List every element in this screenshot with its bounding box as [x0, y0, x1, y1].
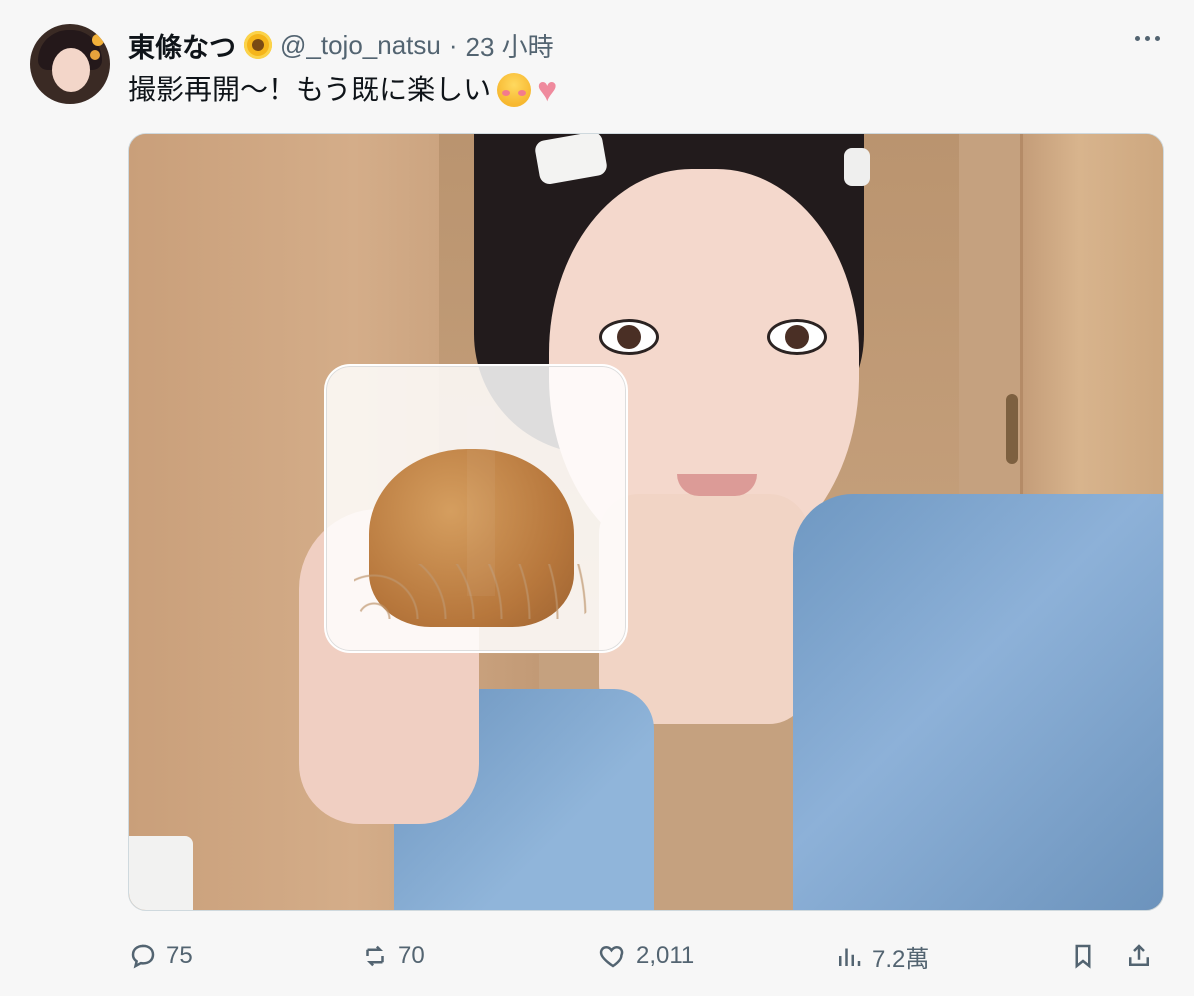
tweet-card: 東條なつ @_tojo_natsu · 23 小時 撮影再開〜！もう既に楽しい … — [0, 0, 1194, 996]
bookmark-icon — [1075, 944, 1091, 969]
tweet-text: 撮影再開〜！もう既に楽しい ♥ — [128, 72, 557, 108]
heart-icon — [599, 945, 624, 968]
photo-door-handle — [1006, 394, 1018, 464]
reply-count: 75 — [166, 942, 193, 969]
views-count: 7.2萬 — [872, 945, 930, 973]
views-icon — [839, 948, 861, 966]
more-dot — [1145, 36, 1150, 41]
photo-neck — [599, 494, 809, 724]
like-count: 2,011 — [636, 942, 695, 969]
retweet-icon — [366, 945, 384, 967]
avatar-face — [52, 48, 90, 92]
more-dot — [1155, 36, 1160, 41]
avatar-flower — [90, 50, 100, 60]
share-button[interactable] — [1124, 935, 1154, 977]
retweet-count: 70 — [398, 942, 425, 969]
photo-eye — [767, 319, 827, 355]
views-button[interactable]: 7.2萬 — [834, 935, 929, 977]
author-handle[interactable]: @_tojo_natsu — [280, 30, 441, 61]
share-icon — [1129, 944, 1149, 966]
hair-clip — [844, 148, 870, 186]
bookmark-button[interactable] — [1068, 935, 1098, 977]
photo-bin — [129, 836, 193, 910]
package-label — [467, 406, 495, 596]
tweet-header: 東條なつ @_tojo_natsu · 23 小時 — [128, 26, 554, 65]
avatar[interactable] — [30, 24, 110, 104]
avatar-flower — [92, 34, 104, 46]
like-button[interactable]: 2,011 — [598, 935, 694, 977]
photo-mouth — [677, 474, 757, 496]
separator-dot: · — [448, 29, 458, 60]
photo-eye — [599, 319, 659, 355]
retweet-button[interactable]: 70 — [360, 935, 425, 977]
more-dot — [1135, 36, 1140, 41]
smiling-face-icon — [497, 73, 532, 107]
post-time[interactable]: 23 小時 — [466, 27, 554, 64]
photo-door — [1020, 134, 1163, 554]
heart-icon: ♥ — [537, 71, 558, 109]
sunflower-icon — [244, 31, 272, 59]
photo-robe — [793, 494, 1163, 910]
tweet-body: 撮影再開〜！もう既に楽しい — [128, 74, 492, 105]
post-photo[interactable] — [128, 133, 1164, 911]
more-horizontal-icon[interactable] — [1135, 36, 1160, 41]
reply-icon — [131, 944, 155, 969]
author-name[interactable]: 東條なつ — [128, 26, 236, 65]
reply-button[interactable]: 75 — [128, 935, 193, 977]
tweet-actions: 75 70 2,011 7.2萬 — [128, 935, 1162, 977]
